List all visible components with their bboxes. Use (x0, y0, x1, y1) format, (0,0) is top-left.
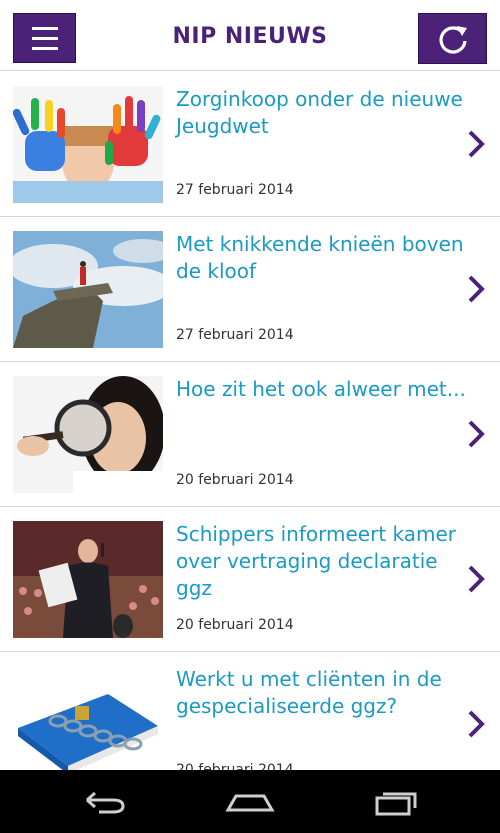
refresh-icon (438, 25, 467, 54)
news-item[interactable]: Hoe zit het ook alweer met... 20 februar… (0, 362, 500, 507)
news-item[interactable]: Met knikkende knieën boven de kloof 27 f… (0, 217, 500, 362)
article-date: 20 februari 2014 (176, 762, 294, 770)
menu-button[interactable] (13, 13, 76, 63)
article-title: Met knikkende knieën boven de kloof (176, 232, 464, 283)
chevron-right-icon (468, 420, 485, 448)
page-title: NIP NIEUWS (172, 24, 328, 49)
article-title: Werkt u met cliënten in de gespecialisee… (176, 667, 442, 718)
article-date: 27 februari 2014 (176, 327, 294, 343)
person-on-rock-photo (13, 231, 163, 348)
app-header: NIP NIEUWS (0, 0, 500, 71)
article-date: 27 februari 2014 (176, 182, 294, 198)
chevron-right-icon (468, 275, 485, 303)
painted-hands-child-photo (13, 86, 163, 203)
refresh-button[interactable] (418, 13, 487, 64)
chevron-right-icon (468, 565, 485, 593)
chevron-right-icon (468, 130, 485, 158)
news-item[interactable]: Werkt u met cliënten in de gespecialisee… (0, 652, 500, 770)
system-navigation-bar (0, 770, 500, 833)
article-title: Zorginkoop onder de nieuwe Jeugdwet (176, 87, 463, 138)
article-date: 20 februari 2014 (176, 617, 294, 633)
home-icon[interactable] (220, 782, 280, 822)
news-item[interactable]: Zorginkoop onder de nieuwe Jeugdwet 27 f… (0, 72, 500, 217)
article-title: Schippers informeert kamer over vertragi… (176, 522, 457, 600)
article-title: Hoe zit het ook alweer met... (176, 377, 466, 401)
hamburger-menu-icon (31, 26, 58, 30)
chevron-right-icon (468, 710, 485, 738)
speaker-at-podium-photo (13, 521, 163, 638)
news-item[interactable]: Schippers informeert kamer over vertragi… (0, 507, 500, 652)
woman-magnifying-glass-photo (13, 376, 163, 493)
back-icon[interactable] (73, 782, 133, 822)
recent-apps-icon[interactable] (367, 782, 427, 822)
news-list: Zorginkoop onder de nieuwe Jeugdwet 27 f… (0, 72, 500, 770)
chained-binder-photo (13, 666, 163, 770)
article-date: 20 februari 2014 (176, 472, 294, 488)
